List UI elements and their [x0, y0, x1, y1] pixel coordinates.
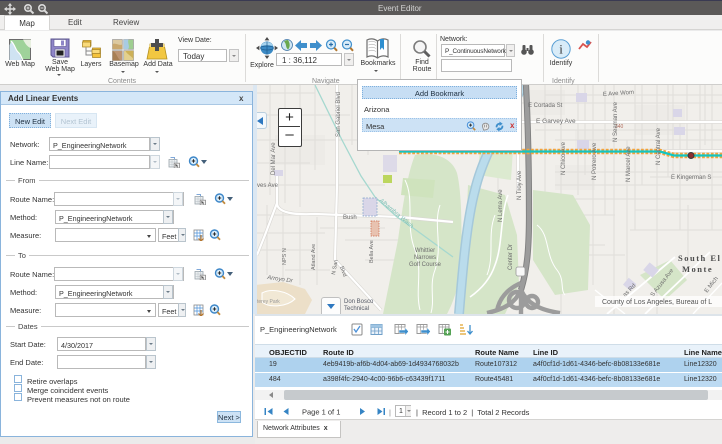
- svg-text:NPS N: NPS N: [282, 248, 288, 265]
- svg-text:E Garvey Ave: E Garvey Ave: [536, 118, 576, 125]
- svg-text:Atland Ave: Atland Ave: [311, 244, 317, 270]
- svg-text:ves Ave: ves Ave: [257, 183, 279, 189]
- svg-text:San Gabriel Blvd: San Gabriel Blvd: [336, 92, 342, 137]
- svg-text:N Lema Ave: N Lema Ave: [498, 189, 504, 222]
- svg-text:Monte: Monte: [682, 264, 713, 274]
- svg-text:N Potrero Ave: N Potrero Ave: [592, 142, 598, 180]
- svg-text:Bush: Bush: [343, 215, 357, 221]
- svg-text:Narrows: Narrows: [414, 255, 436, 261]
- svg-text:Center Dr: Center Dr: [508, 244, 514, 270]
- svg-text:South El: South El: [678, 253, 721, 263]
- svg-text:i: i: [559, 42, 563, 57]
- svg-text:Page 1 of 1: Page 1 of 1: [302, 408, 340, 417]
- svg-text:County of Los Angeles, Bureau: County of Los Angeles, Bureau of L: [602, 299, 712, 306]
- svg-text:N Chico Ave: N Chico Ave: [561, 141, 567, 175]
- svg-text:N Marcel Ave: N Marcel Ave: [626, 146, 632, 182]
- svg-text:N Troy Ave: N Troy Ave: [517, 170, 523, 200]
- svg-text:N Central Ave: N Central Ave: [656, 127, 662, 165]
- svg-text:E Kingerman S: E Kingerman S: [671, 175, 711, 181]
- svg-text:E Cortada St: E Cortada St: [528, 103, 563, 109]
- svg-text:N Seaman Ave: N Seaman Ave: [613, 101, 619, 142]
- svg-text:Golf Course: Golf Course: [409, 262, 442, 268]
- svg-text:Bella Ave: Bella Ave: [369, 240, 375, 263]
- svg-text:terey Park: terey Park: [257, 299, 280, 305]
- svg-text:Del Mar Ave: Del Mar Ave: [271, 142, 277, 175]
- svg-text:Whittier: Whittier: [415, 248, 435, 254]
